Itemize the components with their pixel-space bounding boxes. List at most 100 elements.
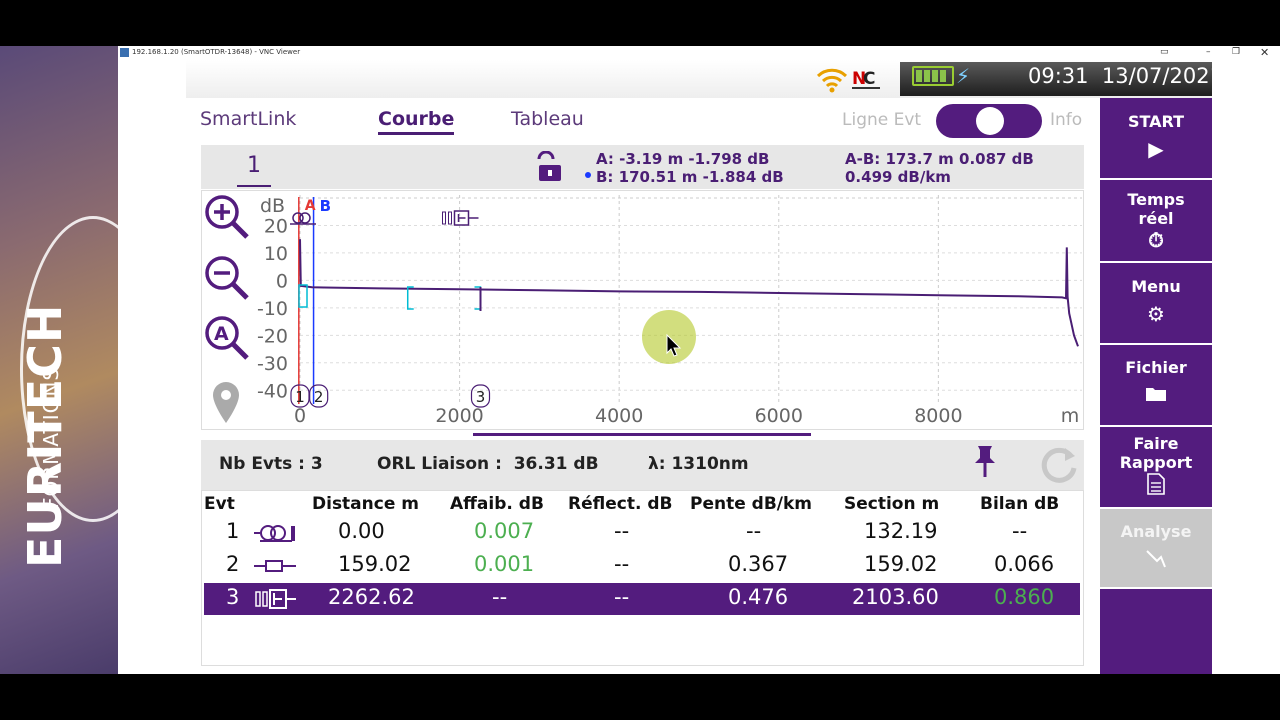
analyse-button[interactable]: Analyse (1100, 509, 1212, 589)
wavelength: λ: 1310nm (648, 454, 749, 474)
location-pin-icon[interactable] (210, 380, 242, 430)
col-affaib: Affaib. dB (450, 494, 544, 514)
unlock-icon[interactable] (533, 150, 565, 187)
analyse-icon (1100, 547, 1212, 574)
orl-liaison: ORL Liaison : 36.31 dB (377, 454, 599, 474)
marker-ab-readout: A-B: 173.7 m 0.087 dB (845, 150, 1034, 168)
vnc-options-icon[interactable]: ▭ (1160, 47, 1169, 57)
row-pente: -- (746, 519, 762, 543)
zoom-in-icon[interactable] (203, 193, 251, 245)
vnc-titlebar: 192.168.1.20 (SmartOTDR-13648) - VNC Vie… (118, 46, 1280, 60)
col-distance: Distance m (312, 494, 419, 514)
vnc-margin-right (1212, 60, 1280, 674)
event-marker-label: 3 (476, 388, 486, 406)
col-evt: Evt (204, 494, 235, 514)
report-button[interactable]: Faire Rapport (1100, 427, 1212, 509)
row-bilan: -- (1012, 519, 1028, 543)
toggle-left-label: Ligne Evt (842, 110, 922, 130)
scroll-indicator[interactable] (473, 433, 811, 436)
col-reflect: Réflect. dB (568, 494, 673, 514)
marker-a-readout: A: -3.19 m -1.798 dB (596, 150, 770, 168)
event-info-toggle[interactable] (936, 104, 1042, 138)
connector-symbol (290, 212, 316, 225)
event-marker-label: 2 (314, 388, 324, 406)
fiber-end-symbol (441, 210, 479, 226)
plug-icon: ⚡ (956, 64, 971, 88)
minimize-icon[interactable]: – (1206, 47, 1211, 57)
otdr-trace-chart[interactable]: 20 10 0 -10 -20 -30 -40 dB 0 2000 4000 6000 8000 m A B 1… (201, 190, 1084, 430)
vnc-margin-left (118, 60, 186, 674)
auto-zoom-icon[interactable]: A (203, 314, 251, 366)
row-pente: 0.476 (728, 585, 789, 609)
row-evt: 1 (226, 519, 240, 543)
y-tick-label: 20 (264, 215, 288, 237)
cursor-a-label: A (305, 198, 316, 214)
summary-bar: Nb Evts : 3 ORL Liaison : 36.31 dB λ: 13… (201, 440, 1084, 490)
vnc-app-icon (120, 48, 129, 57)
marker-info-strip: 1 A: -3.19 m -1.798 dB B: 170.51 m -1.88… (201, 145, 1084, 189)
pin-icon[interactable] (971, 444, 999, 484)
col-pente: Pente dB/km (690, 494, 813, 514)
battery-icon (912, 66, 954, 86)
y-tick-label: -20 (257, 325, 288, 347)
folder-icon (1100, 383, 1212, 407)
row-affaib: 0.007 (474, 519, 535, 543)
col-bilan: Bilan dB (980, 494, 1060, 514)
start-label: START (1127, 112, 1185, 131)
close-icon[interactable]: ✕ (1260, 46, 1269, 59)
document-icon (1100, 473, 1212, 500)
row-affaib: -- (492, 585, 508, 609)
trace-svg: 20 10 0 -10 -20 -30 -40 dB 0 2000 4000 6000 8000 m A B 1… (257, 195, 1082, 427)
mouse-cursor-icon (666, 333, 682, 362)
marker-b-readout: B: 170.51 m -1.884 dB (596, 168, 784, 186)
tab-courbe[interactable]: Courbe (378, 108, 455, 135)
wifi-icon (816, 64, 848, 98)
row-pente: 0.367 (728, 552, 789, 576)
event-marker-label: 1 (295, 388, 305, 406)
row-section: 132.19 (864, 519, 938, 543)
row-reflect: -- (614, 519, 630, 543)
table-row[interactable]: 1 0.00 0.007 -- -- 132.19 -- (204, 517, 1080, 549)
y-tick-label: 10 (264, 243, 288, 265)
start-button[interactable]: START ▶ (1100, 98, 1212, 180)
row-section: 159.02 (864, 552, 938, 576)
row-bilan: 0.860 (994, 585, 1055, 609)
row-section: 2103.60 (852, 585, 939, 609)
tab-smartlink[interactable]: SmartLink (200, 108, 296, 130)
file-label: Fichier (1125, 358, 1187, 377)
svg-text:A: A (214, 323, 229, 345)
brand-background: EURITECH FORMATIONS (0, 46, 118, 674)
x-tick-label: 2000 (435, 405, 483, 427)
row-bilan: 0.066 (994, 552, 1055, 576)
x-tick-label: 4000 (595, 405, 643, 427)
table-row-selected[interactable]: 3 2262.62 -- -- 0.476 2103.60 0.860 (204, 583, 1080, 615)
side-panel: START ▶ Temps réel ⏱ Menu ⚙ Fichier Fair… (1100, 98, 1212, 674)
vnc-window-title: 192.168.1.20 (SmartOTDR-13648) - VNC Vie… (132, 48, 301, 56)
file-button[interactable]: Fichier (1100, 345, 1212, 427)
y-tick-label: -30 (257, 353, 288, 375)
realtime-label: Temps réel (1127, 190, 1185, 228)
zoom-out-icon[interactable] (203, 254, 251, 306)
toggle-right-label: Info (1050, 110, 1083, 130)
brand-subtitle: FORMATIONS (39, 366, 64, 510)
table-row[interactable]: 2 159.02 0.001 -- 0.367 159.02 0.066 (204, 550, 1080, 582)
restore-icon[interactable]: ❐ (1232, 47, 1240, 57)
analyse-label: Analyse (1120, 522, 1192, 541)
fiber-end-icon (254, 587, 298, 615)
y-tick-label: -10 (257, 298, 288, 320)
menu-button[interactable]: Menu ⚙ (1100, 263, 1212, 345)
nb-evts: Nb Evts : 3 (219, 454, 323, 474)
status-date: 13/07/2021 (1101, 64, 1223, 88)
tab-tableau[interactable]: Tableau (511, 108, 584, 130)
menu-label: Menu (1131, 277, 1181, 296)
x-tick-label: 6000 (755, 405, 803, 427)
realtime-button[interactable]: Temps réel ⏱ (1100, 180, 1212, 263)
row-distance: 0.00 (338, 519, 385, 543)
row-evt: 2 (226, 552, 240, 576)
refresh-icon[interactable] (1037, 442, 1081, 490)
row-affaib: 0.001 (474, 552, 535, 576)
gear-icon: ⚙ (1147, 302, 1165, 326)
status-time: 09:31 (1028, 64, 1089, 88)
trace-number[interactable]: 1 (247, 153, 261, 178)
col-section: Section m (844, 494, 940, 514)
